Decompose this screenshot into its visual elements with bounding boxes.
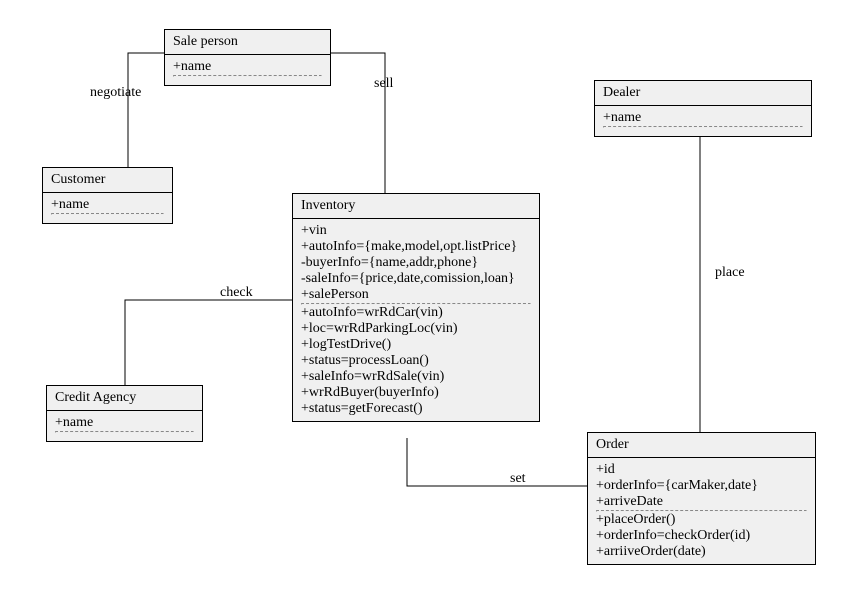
- class-attr: +autoInfo={make,model,opt.listPrice}: [301, 239, 531, 255]
- class-attr: +id: [596, 462, 807, 478]
- class-attr: +name: [603, 110, 803, 126]
- class-attr: +vin: [301, 223, 531, 239]
- class-title: Sale person: [165, 30, 330, 55]
- class-op: +autoInfo=wrRdCar(vin): [301, 305, 531, 321]
- relation-check-label: check: [220, 285, 253, 301]
- class-title: Dealer: [595, 81, 811, 106]
- class-op: +saleInfo=wrRdSale(vin): [301, 369, 531, 385]
- class-order: Order +id +orderInfo={carMaker,date} +ar…: [587, 432, 816, 565]
- class-inventory: Inventory +vin +autoInfo={make,model,opt…: [292, 193, 540, 422]
- class-credit-agency: Credit Agency +name: [46, 385, 203, 442]
- relation-negotiate-label: negotiate: [90, 85, 141, 101]
- class-op: +orderInfo=checkOrder(id): [596, 528, 807, 544]
- class-title: Credit Agency: [47, 386, 202, 411]
- class-title: Inventory: [293, 194, 539, 219]
- class-attr: +name: [173, 59, 322, 75]
- class-title: Customer: [43, 168, 172, 193]
- class-dealer: Dealer +name: [594, 80, 812, 137]
- relation-place-label: place: [715, 265, 745, 281]
- class-op: +arriiveOrder(date): [596, 544, 807, 560]
- class-attr: +arriveDate: [596, 494, 807, 510]
- relation-set-label: set: [510, 471, 526, 487]
- class-op: +status=getForecast(): [301, 401, 531, 417]
- class-attr: +salePerson: [301, 287, 531, 303]
- class-sale-person: Sale person +name: [164, 29, 331, 86]
- class-attr: +orderInfo={carMaker,date}: [596, 478, 807, 494]
- class-attr: -buyerInfo={name,addr,phone}: [301, 255, 531, 271]
- class-op: +logTestDrive(): [301, 337, 531, 353]
- relation-sell-label: sell: [374, 76, 393, 92]
- class-op: +status=processLoan(): [301, 353, 531, 369]
- class-op: +wrRdBuyer(buyerInfo): [301, 385, 531, 401]
- class-customer: Customer +name: [42, 167, 173, 224]
- class-op: +placeOrder(): [596, 512, 807, 528]
- class-attr: -saleInfo={price,date,comission,loan}: [301, 271, 531, 287]
- class-attr: +name: [51, 197, 164, 213]
- class-attr: +name: [55, 415, 194, 431]
- class-op: +loc=wrRdParkingLoc(vin): [301, 321, 531, 337]
- class-title: Order: [588, 433, 815, 458]
